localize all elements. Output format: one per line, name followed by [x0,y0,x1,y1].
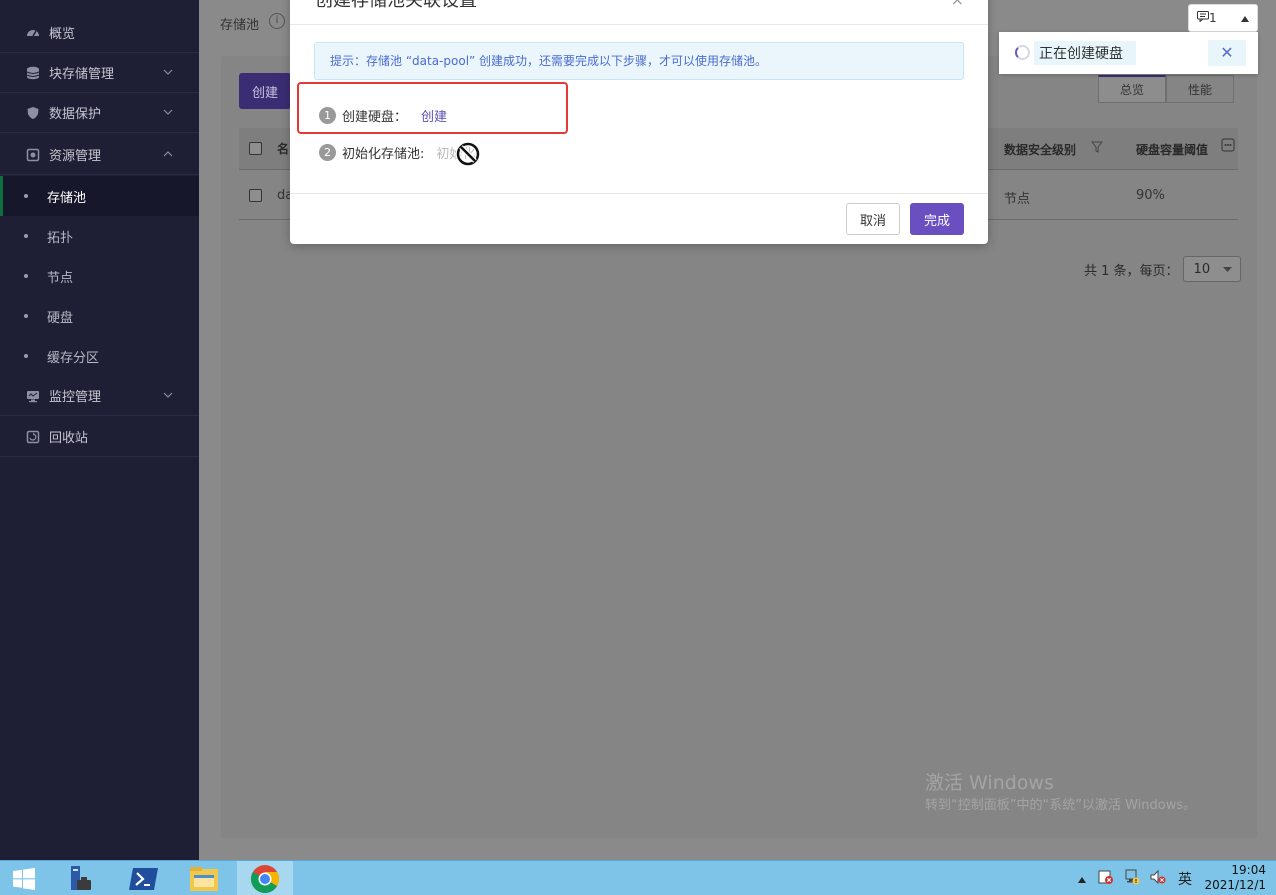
sidebar-subitem-nodes[interactable]: 节点 [0,256,199,296]
sidebar-item-recycle-bin[interactable]: 回收站 [0,417,199,457]
row-checkbox[interactable] [249,189,262,202]
windows-start-icon[interactable] [0,861,48,895]
sidebar-item-block-storage[interactable]: 块存储管理 [0,53,199,93]
sidebar-subitem-label: 节点 [47,270,74,286]
sidebar-item-label: 概览 [49,27,76,42]
sidebar-item-label: 数据保护 [49,107,102,122]
info-icon[interactable]: i [269,13,285,29]
cell-security-level: 节点 [1004,192,1031,207]
close-icon[interactable]: × [951,0,964,10]
cell-capacity-threshold: 90% [1136,188,1165,203]
pagination: 共 1 条，每页： 10 [1084,256,1241,282]
server-manager-icon[interactable] [52,861,108,895]
column-header-security-level[interactable]: 数据安全级别 [1004,141,1076,158]
highlight-box [297,82,568,134]
system-tray: 英 [1078,861,1192,895]
taskbar: 英 19:04 2021/12/1 [0,860,1276,895]
cancel-button[interactable]: 取消 [846,203,900,235]
loading-spinner-icon [1015,45,1030,60]
clock-date: 2021/12/1 [1204,878,1266,892]
sidebar-item-monitoring[interactable]: 监控管理 [0,376,199,416]
sidebar: 概览 块存储管理 数据保护 资源管理 存储池 拓扑 节点 硬盘 缓存分区 监控管… [0,0,199,860]
sidebar-subitem-storage-pool[interactable]: 存储池 [0,176,199,216]
sidebar-subitem-label: 缓存分区 [47,350,100,366]
sidebar-item-overview[interactable]: 概览 [0,13,199,53]
notification-counter[interactable]: 1 [1188,4,1258,32]
powershell-icon[interactable] [116,861,172,895]
sidebar-subitem-label: 存储池 [47,190,87,206]
clock-time: 19:04 [1231,863,1266,877]
recycle-icon [25,429,41,445]
caret-down-icon [1222,262,1232,277]
sidebar-item-resource-management[interactable]: 资源管理 [0,135,199,175]
filter-icon[interactable] [1090,141,1104,157]
sidebar-item-label: 块存储管理 [49,67,115,82]
step-label: 初始化存储池: [342,147,425,162]
dialog-title: 创建存储池关联设置 [315,0,477,11]
toast-message: 正在创建硬盘 [1039,46,1123,62]
chrome-icon[interactable] [237,861,293,895]
caret-up-icon [1241,11,1249,25]
message-icon [1197,11,1209,25]
tip-message: 提示：存储池 “data-pool” 创建成功，还需要完成以下步骤，才可以使用存… [314,42,964,80]
action-center-icon[interactable] [1098,869,1114,888]
step-number: 2 [319,144,336,161]
page-size-value: 10 [1193,261,1211,277]
network-icon[interactable] [1124,869,1140,888]
select-all-checkbox[interactable] [249,142,262,155]
activation-watermark-title: 激活 Windows [925,772,1054,794]
not-allowed-cursor-icon [455,141,483,169]
tab-performance[interactable]: 性能 [1166,75,1234,103]
monitor-icon [25,388,41,404]
chevron-down-icon [163,67,173,78]
sidebar-item-label: 资源管理 [49,149,102,164]
view-tabs: 总览 性能 [1098,75,1234,103]
chevron-down-icon [163,390,173,401]
pagination-summary: 共 1 条，每页： [1084,263,1179,279]
sidebar-subitem-label: 拓扑 [47,230,74,246]
create-pool-button[interactable]: 创建 [239,73,291,109]
activation-watermark-text: 转到“控制面板”中的“系统”以激活 Windows。 [925,798,1197,813]
sidebar-subitem-disks[interactable]: 硬盘 [0,296,199,336]
sidebar-subitem-cache-partition[interactable]: 缓存分区 [0,336,199,376]
sidebar-item-label: 监控管理 [49,390,102,405]
tab-overview[interactable]: 总览 [1098,75,1166,103]
step-init-pool: 2 初始化存储池: 初始化 [319,143,475,162]
file-explorer-icon[interactable] [176,861,232,895]
close-icon[interactable]: ✕ [1208,40,1246,66]
page-title: 存储池 [220,18,260,33]
input-language[interactable]: 英 [1178,869,1192,889]
chevron-down-icon [163,107,173,118]
dashboard-icon [25,25,41,41]
resource-icon [25,147,41,163]
progress-toast: 正在创建硬盘 ✕ [999,32,1258,74]
sidebar-item-data-protection[interactable]: 数据保护 [0,93,199,133]
shield-icon [25,105,41,121]
sidebar-item-label: 回收站 [49,431,89,446]
column-header-name[interactable]: 名 [277,140,289,157]
column-header-capacity-threshold[interactable]: 硬盘容量阈值 [1136,141,1208,158]
sidebar-subitem-label: 硬盘 [47,310,74,326]
system-clock[interactable]: 19:04 2021/12/1 [1204,863,1266,893]
volume-muted-icon[interactable] [1150,869,1166,888]
show-hidden-icons-icon[interactable] [1078,872,1086,886]
chevron-up-icon [163,149,173,160]
column-settings-icon[interactable] [1221,138,1235,156]
sidebar-subitem-topology[interactable]: 拓扑 [0,216,199,256]
database-icon [25,65,41,81]
done-button[interactable]: 完成 [910,203,964,235]
page-size-select[interactable]: 10 [1182,256,1241,282]
notification-count: 1 [1209,11,1217,25]
